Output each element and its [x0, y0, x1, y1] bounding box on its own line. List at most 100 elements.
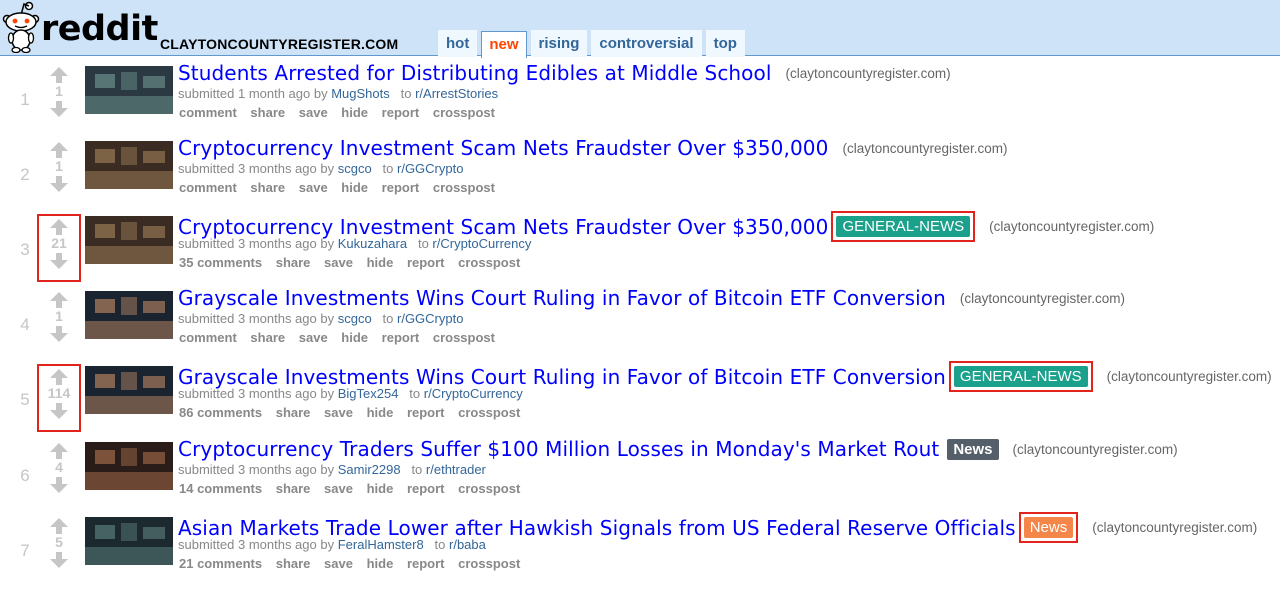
share-button[interactable]: share — [276, 481, 311, 496]
downvote-arrow-icon[interactable] — [50, 176, 68, 192]
tab-hot[interactable]: hot — [438, 30, 478, 57]
post-title-link[interactable]: Cryptocurrency Investment Scam Nets Frau… — [178, 215, 828, 239]
tab-rising[interactable]: rising — [530, 30, 588, 57]
post-thumbnail[interactable] — [85, 291, 173, 339]
subreddit-link[interactable]: r/CryptoCurrency — [432, 236, 531, 251]
post-thumbnail[interactable] — [85, 517, 173, 565]
post-domain[interactable]: (claytoncountyregister.com) — [1092, 520, 1257, 535]
hide-button[interactable]: hide — [367, 255, 394, 270]
post-flair[interactable]: GENERAL-NEWS — [953, 366, 1088, 387]
post-thumbnail[interactable] — [85, 442, 173, 490]
author-link[interactable]: Kukuzahara — [338, 236, 407, 251]
crosspost-button[interactable]: crosspost — [458, 255, 520, 270]
upvote-arrow-icon[interactable] — [50, 518, 68, 534]
save-button[interactable]: save — [324, 481, 353, 496]
share-button[interactable]: share — [276, 255, 311, 270]
hide-button[interactable]: hide — [341, 180, 368, 195]
comments-button[interactable]: comment — [179, 330, 237, 345]
upvote-arrow-icon[interactable] — [50, 369, 68, 385]
downvote-arrow-icon[interactable] — [50, 552, 68, 568]
comments-button[interactable]: 86 comments — [179, 405, 262, 420]
save-button[interactable]: save — [324, 255, 353, 270]
crosspost-button[interactable]: crosspost — [458, 556, 520, 571]
tab-new[interactable]: new — [481, 31, 527, 58]
crosspost-button[interactable]: crosspost — [433, 105, 495, 120]
post-title-link[interactable]: Students Arrested for Distributing Edibl… — [178, 61, 772, 85]
hide-button[interactable]: hide — [367, 556, 394, 571]
subreddit-link[interactable]: r/GGCrypto — [397, 161, 463, 176]
post-thumbnail[interactable] — [85, 141, 173, 189]
subreddit-link[interactable]: r/ArrestStories — [415, 86, 498, 101]
comments-button[interactable]: comment — [179, 180, 237, 195]
share-button[interactable]: share — [276, 405, 311, 420]
post-thumbnail[interactable] — [85, 366, 173, 414]
report-button[interactable]: report — [407, 556, 445, 571]
post-domain[interactable]: (claytoncountyregister.com) — [842, 141, 1007, 156]
downvote-arrow-icon[interactable] — [50, 253, 68, 269]
author-link[interactable]: scgco — [338, 161, 372, 176]
post-domain[interactable]: (claytoncountyregister.com) — [1107, 369, 1272, 384]
save-button[interactable]: save — [324, 405, 353, 420]
subreddit-link[interactable]: r/ethtrader — [426, 462, 486, 477]
upvote-arrow-icon[interactable] — [50, 292, 68, 308]
save-button[interactable]: save — [299, 330, 328, 345]
subreddit-link[interactable]: r/baba — [449, 537, 486, 552]
post-thumbnail[interactable] — [85, 216, 173, 264]
upvote-arrow-icon[interactable] — [50, 67, 68, 83]
subreddit-link[interactable]: r/GGCrypto — [397, 311, 463, 326]
upvote-arrow-icon[interactable] — [50, 219, 68, 235]
comments-button[interactable]: comment — [179, 105, 237, 120]
report-button[interactable]: report — [407, 481, 445, 496]
post-title-link[interactable]: Cryptocurrency Investment Scam Nets Frau… — [178, 136, 828, 160]
crosspost-button[interactable]: crosspost — [458, 405, 520, 420]
author-link[interactable]: BigTex254 — [338, 386, 399, 401]
report-button[interactable]: report — [407, 255, 445, 270]
reddit-logo[interactable]: reddit — [2, 0, 158, 54]
hide-button[interactable]: hide — [341, 105, 368, 120]
upvote-arrow-icon[interactable] — [50, 443, 68, 459]
hide-button[interactable]: hide — [367, 405, 394, 420]
author-link[interactable]: FeralHamster8 — [338, 537, 424, 552]
share-button[interactable]: share — [250, 180, 285, 195]
post-domain[interactable]: (claytoncountyregister.com) — [786, 66, 951, 81]
author-link[interactable]: scgco — [338, 311, 372, 326]
comments-button[interactable]: 35 comments — [179, 255, 262, 270]
post-flair[interactable]: News — [1023, 517, 1074, 538]
author-link[interactable]: MugShots — [331, 86, 390, 101]
report-button[interactable]: report — [382, 105, 420, 120]
post-flair[interactable]: GENERAL-NEWS — [836, 216, 971, 237]
tab-top[interactable]: top — [705, 30, 745, 57]
save-button[interactable]: save — [299, 105, 328, 120]
share-button[interactable]: share — [276, 556, 311, 571]
report-button[interactable]: report — [382, 180, 420, 195]
report-button[interactable]: report — [382, 330, 420, 345]
save-button[interactable]: save — [324, 556, 353, 571]
subreddit-link[interactable]: r/CryptoCurrency — [424, 386, 523, 401]
post-thumbnail[interactable] — [85, 66, 173, 114]
crosspost-button[interactable]: crosspost — [458, 481, 520, 496]
post-title-link[interactable]: Grayscale Investments Wins Court Ruling … — [178, 365, 946, 389]
post-flair[interactable]: News — [947, 438, 999, 460]
comments-button[interactable]: 14 comments — [179, 481, 262, 496]
save-button[interactable]: save — [299, 180, 328, 195]
hide-button[interactable]: hide — [341, 330, 368, 345]
share-button[interactable]: share — [250, 105, 285, 120]
tab-controversial[interactable]: controversial — [591, 30, 702, 57]
post-domain[interactable]: (claytoncountyregister.com) — [989, 219, 1154, 234]
share-button[interactable]: share — [250, 330, 285, 345]
post-title-link[interactable]: Asian Markets Trade Lower after Hawkish … — [178, 516, 1016, 540]
downvote-arrow-icon[interactable] — [50, 326, 68, 342]
downvote-arrow-icon[interactable] — [50, 101, 68, 117]
post-domain[interactable]: (claytoncountyregister.com) — [960, 291, 1125, 306]
downvote-arrow-icon[interactable] — [50, 477, 68, 493]
post-domain[interactable]: (claytoncountyregister.com) — [1013, 442, 1178, 457]
author-link[interactable]: Samir2298 — [338, 462, 401, 477]
upvote-arrow-icon[interactable] — [50, 142, 68, 158]
report-button[interactable]: report — [407, 405, 445, 420]
post-title-link[interactable]: Grayscale Investments Wins Court Ruling … — [178, 286, 946, 310]
post-title-link[interactable]: Cryptocurrency Traders Suffer $100 Milli… — [178, 437, 939, 461]
downvote-arrow-icon[interactable] — [50, 403, 68, 419]
crosspost-button[interactable]: crosspost — [433, 180, 495, 195]
comments-button[interactable]: 21 comments — [179, 556, 262, 571]
crosspost-button[interactable]: crosspost — [433, 330, 495, 345]
